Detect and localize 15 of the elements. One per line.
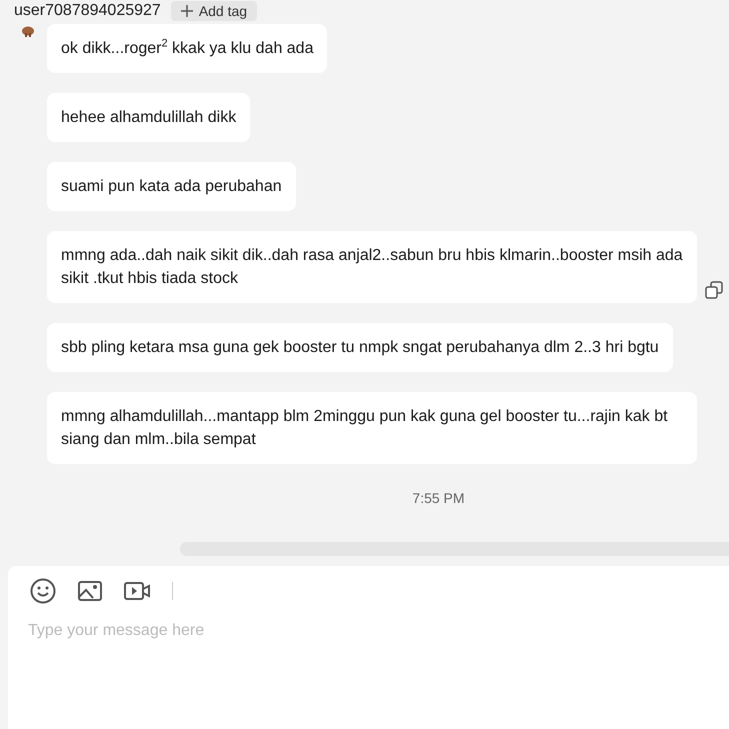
message-bubble: hehee alhamdulillah dikk [47, 93, 250, 142]
video-icon[interactable] [124, 582, 150, 600]
message-bubble: suami pun kata ada perubahan [47, 162, 296, 211]
timestamp: 7:55 PM [411, 490, 466, 506]
image-icon[interactable] [78, 581, 102, 601]
message-bubble: sbb pling ketara msa guna gek booster tu nmpk sngat perubahanya dlm 2..3 hri bgtu [47, 323, 673, 372]
emoji-icon[interactable] [30, 578, 56, 604]
username: user7087894025927 [14, 2, 161, 20]
message-bubble: mmng alhamdulillah...mantapp blm 2minggu pun kak guna gel booster tu...rajin kak bt siang dan mlm..bila sempat [47, 392, 697, 464]
plus-icon [180, 5, 193, 17]
copy-icon[interactable] [705, 281, 723, 299]
message-input[interactable]: Type your message here [28, 622, 428, 640]
message-bubble: ok dikk...roger$^{2}$ kkak ya klu dah ada [47, 24, 328, 73]
add-tag-button[interactable]: Add tag [170, 1, 258, 21]
message-bubble: mmng ada..dah naik sikit dik..dah rasa anjal2..sabun bru hbis klmarin..booster msih ada sikit .tkut hbis tiada stock [47, 231, 697, 303]
